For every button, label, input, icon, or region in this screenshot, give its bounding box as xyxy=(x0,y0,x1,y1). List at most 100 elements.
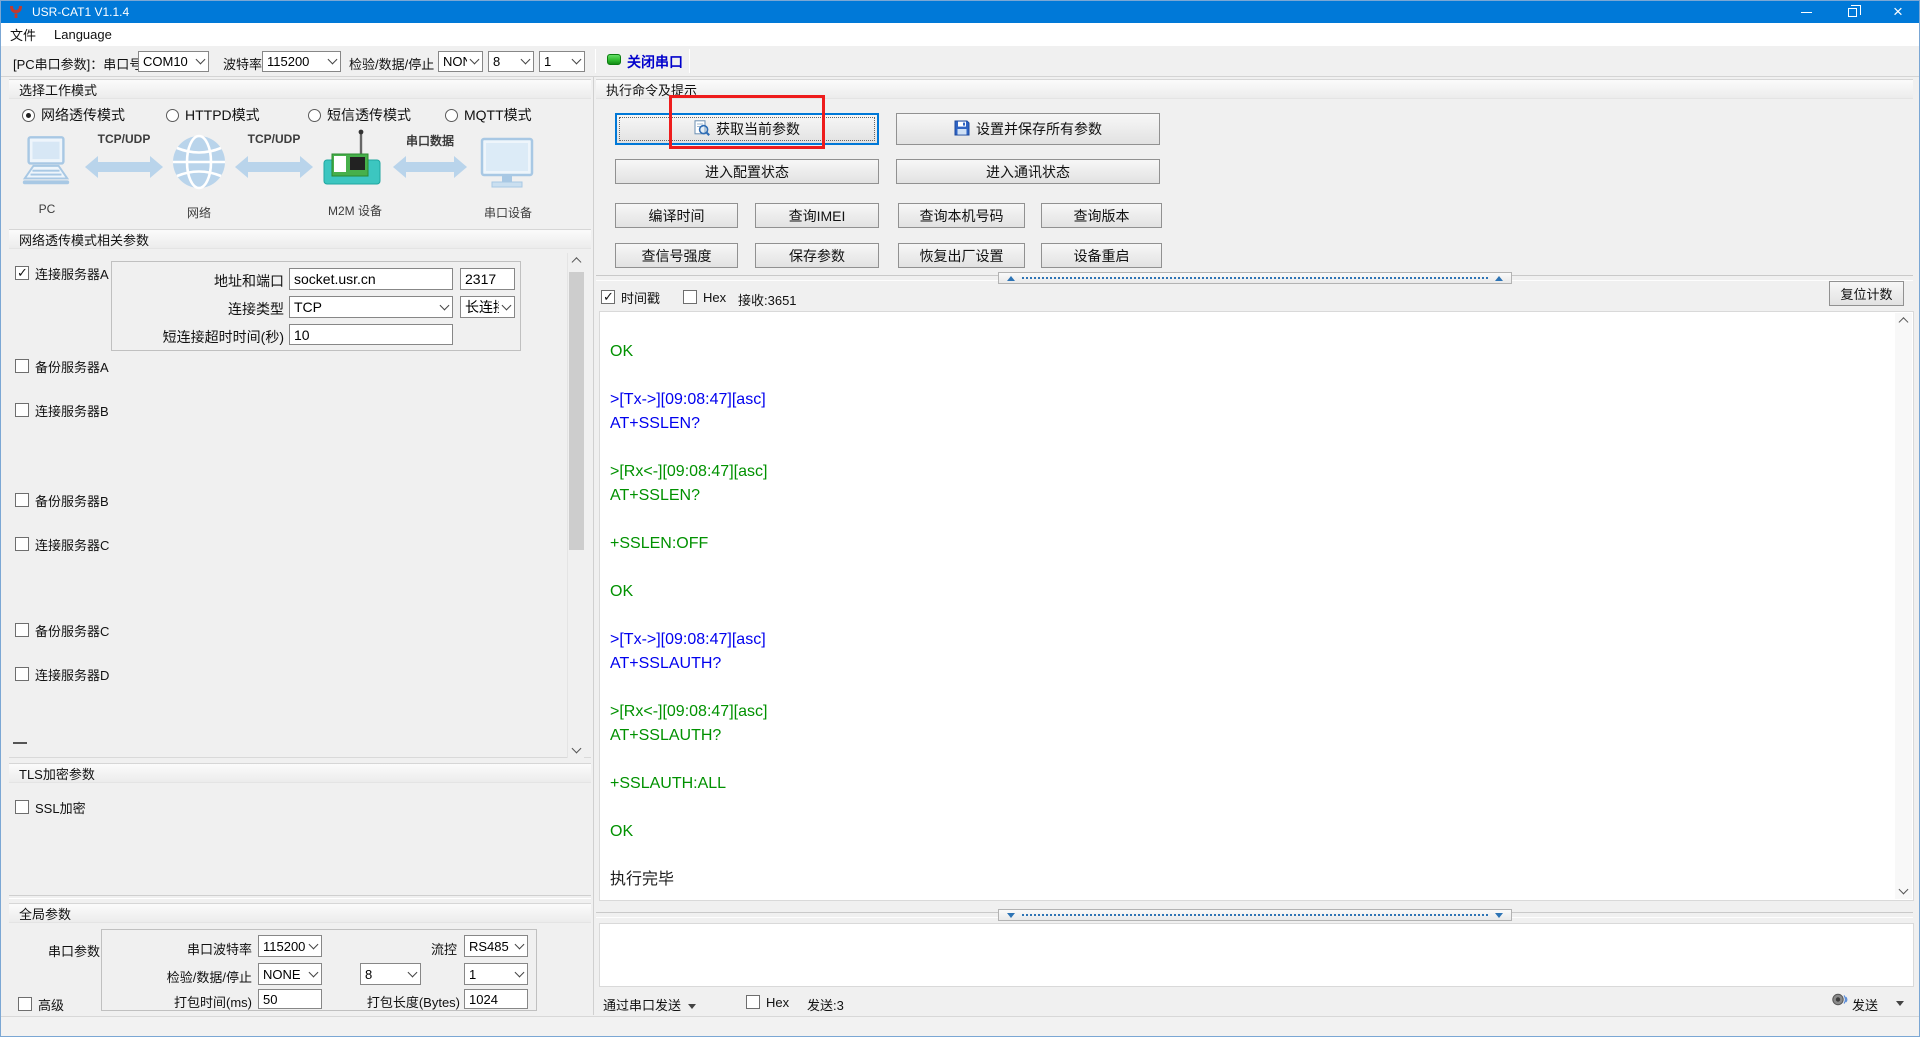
collapse-up-icon xyxy=(1007,276,1015,281)
checkbox-tx-hex[interactable]: Hex xyxy=(746,994,789,1010)
scroll-down-icon[interactable] xyxy=(568,741,585,758)
save-params-button[interactable]: 保存参数 xyxy=(755,243,879,268)
radio-label: HTTPD模式 xyxy=(185,105,260,125)
close-port-button[interactable]: 关闭串口 xyxy=(627,52,683,72)
section-title: 选择工作模式 xyxy=(19,80,97,99)
set-save-all-params-button[interactable]: 设置并保存所有参数 xyxy=(896,113,1160,145)
scroll-down-icon[interactable] xyxy=(1895,882,1912,899)
query-imei-button[interactable]: 查询IMEI xyxy=(755,203,879,228)
checkbox-label: 备份服务器B xyxy=(35,491,109,510)
enter-comm-state-button[interactable]: 进入通讯状态 xyxy=(896,159,1160,184)
checkbox-timestamp[interactable]: 时间戳 xyxy=(601,289,660,305)
chevron-down-icon xyxy=(467,60,482,63)
radio-net-transparent-mode[interactable]: 网络透传模式 xyxy=(22,107,125,123)
checkbox-backup-server-b[interactable]: 备份服务器B xyxy=(15,492,109,508)
checkbox-connect-server-c[interactable]: 连接服务器C xyxy=(15,536,109,552)
short-conn-timeout-label: 短连接超时时间(秒) xyxy=(132,327,284,347)
splitter-handle[interactable] xyxy=(998,909,1512,921)
checkbox-connect-server-b[interactable]: 连接服务器B xyxy=(15,402,109,418)
checkbox-icon xyxy=(15,359,29,373)
serial-parity-select[interactable]: NONE xyxy=(258,963,322,985)
server-a-port-input[interactable]: 2317 xyxy=(460,268,515,290)
net-params-scroll-area: 连接服务器A 地址和端口 socket.usr.cn 2317 连接类型 TCP… xyxy=(9,251,591,758)
serial-stop-bits-select[interactable]: 1 xyxy=(464,963,528,985)
scroll-up-icon[interactable] xyxy=(1895,313,1912,330)
log-output: OK >[Tx->][09:08:47][asc]AT+SSLEN? >[Rx<… xyxy=(610,340,1893,900)
log-splitter-bottom[interactable] xyxy=(596,909,1913,921)
log-panel[interactable]: OK >[Tx->][09:08:47][asc]AT+SSLEN? >[Rx<… xyxy=(599,311,1914,901)
keepalive-select[interactable]: 长连接 xyxy=(460,296,515,318)
app-logo-icon xyxy=(8,4,24,20)
checkbox-connect-server-a[interactable]: 连接服务器A xyxy=(15,265,109,281)
com-port-select[interactable]: COM10 xyxy=(138,51,209,72)
short-conn-timeout-input[interactable]: 10 xyxy=(289,324,453,345)
checkbox-icon xyxy=(15,266,29,280)
button-label: 查询版本 xyxy=(1074,206,1130,226)
log-line xyxy=(610,604,1893,628)
chevron-down-icon xyxy=(569,60,584,63)
chevron-down-icon xyxy=(306,973,321,976)
menu-language[interactable]: Language xyxy=(45,23,121,46)
checkbox-icon xyxy=(15,800,29,814)
enter-config-state-button[interactable]: 进入配置状态 xyxy=(615,159,879,184)
log-scrollbar[interactable] xyxy=(1895,313,1912,899)
conn-type-select[interactable]: TCP xyxy=(289,296,453,318)
panel-divider xyxy=(593,77,594,1015)
splitter-handle[interactable] xyxy=(998,272,1512,284)
checkbox-rx-hex[interactable]: Hex xyxy=(683,289,726,305)
node-label: PC xyxy=(17,202,77,216)
checkbox-ssl[interactable]: SSL加密 xyxy=(15,799,86,815)
flow-select[interactable]: RS485 xyxy=(464,935,528,957)
log-line: AT+SSLAUTH? xyxy=(610,652,1893,676)
log-line: OK xyxy=(610,820,1893,844)
log-line xyxy=(610,364,1893,388)
server-a-address-input[interactable]: socket.usr.cn xyxy=(289,268,453,290)
scrollbar-thumb[interactable] xyxy=(569,272,584,550)
query-version-button[interactable]: 查询版本 xyxy=(1041,203,1162,228)
send-options-arrow-icon[interactable] xyxy=(1896,1001,1904,1006)
checkbox-backup-server-a[interactable]: 备份服务器A xyxy=(15,358,109,374)
minimize-button[interactable] xyxy=(1783,1,1829,23)
checkbox-connect-server-d[interactable]: 连接服务器D xyxy=(15,666,109,682)
button-label: 查询IMEI xyxy=(789,206,846,226)
log-splitter-top[interactable] xyxy=(596,272,1913,284)
query-signal-button[interactable]: 查信号强度 xyxy=(615,243,738,268)
menu-file[interactable]: 文件 xyxy=(1,23,45,46)
stop-bits-select[interactable]: 1 xyxy=(539,51,585,72)
radio-mqtt-mode[interactable]: MQTT模式 xyxy=(445,107,532,123)
serial-baud-select[interactable]: 115200( xyxy=(258,935,322,957)
checkbox-backup-server-c[interactable]: 备份服务器C xyxy=(15,622,109,638)
radio-httpd-mode[interactable]: HTTPD模式 xyxy=(166,107,260,123)
close-window-button[interactable] xyxy=(1875,1,1920,23)
speaker-icon xyxy=(1831,991,1848,1013)
baud-select[interactable]: 115200 xyxy=(262,51,341,72)
link-label: TCP/UDP xyxy=(85,132,163,146)
query-local-number-button[interactable]: 查询本机号码 xyxy=(898,203,1025,228)
pack-time-input[interactable]: 50 xyxy=(258,989,322,1009)
compile-time-button[interactable]: 编译时间 xyxy=(615,203,738,228)
serial-data-bits-select[interactable]: 8 xyxy=(360,963,421,985)
parity-select[interactable]: NONI xyxy=(438,51,483,72)
factory-reset-button[interactable]: 恢复出厂设置 xyxy=(898,243,1025,268)
send-input-area[interactable] xyxy=(599,923,1914,987)
left-panel-scrollbar[interactable] xyxy=(567,253,584,758)
checkbox-label: 连接服务器D xyxy=(35,665,109,684)
reset-counter-button[interactable]: 复位计数 xyxy=(1829,281,1904,306)
device-restart-button[interactable]: 设备重启 xyxy=(1041,243,1162,268)
app-window: USR-CAT1 V1.1.4 文件 Language [PC串口参数]：串口号… xyxy=(0,0,1920,1037)
pack-len-input[interactable]: 1024 xyxy=(464,989,528,1009)
splitter-dots xyxy=(1022,277,1488,279)
log-line: OK xyxy=(610,580,1893,604)
toolbar-separator xyxy=(595,49,596,73)
log-line: AT+SSLEN? xyxy=(610,484,1893,508)
send-via-serial-dropdown[interactable]: 通过串口发送 xyxy=(603,995,696,1014)
checkbox-label: 高级 xyxy=(38,995,64,1014)
radio-sms-mode[interactable]: 短信透传模式 xyxy=(308,107,411,123)
checkbox-advanced[interactable]: 高级 xyxy=(18,996,64,1012)
scroll-up-icon[interactable] xyxy=(568,253,585,270)
close-icon xyxy=(1893,3,1903,22)
checkbox-label: Hex xyxy=(703,290,726,305)
restore-button[interactable] xyxy=(1829,1,1875,23)
data-bits-select[interactable]: 8 xyxy=(488,51,534,72)
send-button[interactable]: 发送 xyxy=(1852,995,1878,1014)
